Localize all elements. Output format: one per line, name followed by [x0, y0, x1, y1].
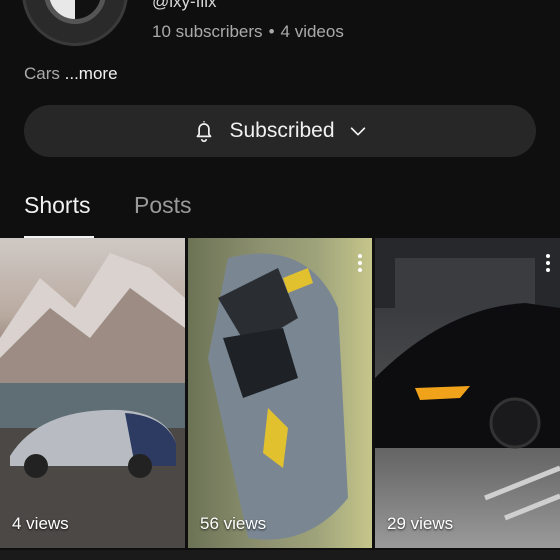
tab-posts[interactable]: Posts [134, 192, 192, 219]
thumbnail-image [208, 253, 348, 540]
channel-stats: 10 subscribers • 4 videos [152, 22, 344, 42]
shorts-grid: 4 views 56 views 29 views [0, 238, 560, 560]
short-thumbnail[interactable]: 29 views [375, 238, 560, 548]
next-row-preview [0, 550, 560, 560]
bmw-logo-icon [44, 0, 106, 24]
tab-shorts[interactable]: Shorts [24, 192, 90, 219]
short-views: 56 views [200, 514, 267, 533]
channel-avatar[interactable] [22, 0, 128, 46]
more-options-icon[interactable] [358, 254, 362, 272]
short-views: 4 views [12, 514, 69, 533]
short-views: 29 views [387, 514, 454, 533]
description-more-link[interactable]: ...more [65, 64, 118, 83]
channel-tabs: Shorts Posts [0, 186, 560, 239]
description-text: Cars [24, 64, 60, 83]
chevron-down-icon [350, 127, 365, 136]
video-count: 4 videos [280, 22, 344, 41]
subscriber-count: 10 subscribers [152, 22, 263, 41]
subscribed-button[interactable]: Subscribed [24, 105, 536, 157]
stats-separator: • [268, 22, 275, 41]
subscribed-label: Subscribed [229, 119, 335, 142]
more-options-icon[interactable] [546, 254, 550, 272]
channel-description[interactable]: Cars ...more [24, 64, 118, 84]
bell-icon [197, 121, 212, 143]
thumbnail-image [375, 238, 560, 521]
channel-handle: @ixy-flix [152, 0, 217, 11]
short-thumbnail[interactable]: 4 views [0, 238, 185, 548]
short-thumbnail[interactable]: 56 views [188, 238, 372, 548]
thumbnail-image [0, 253, 185, 548]
